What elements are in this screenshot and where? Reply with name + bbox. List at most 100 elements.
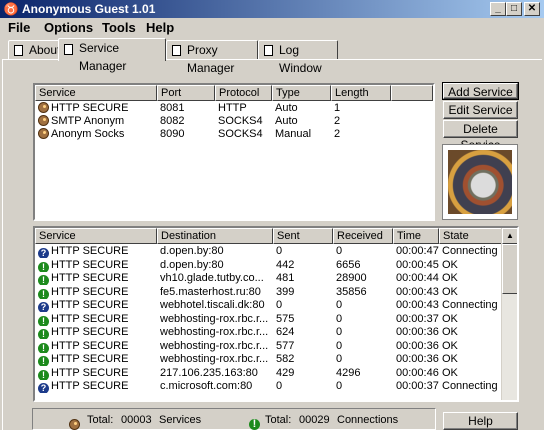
connections-list[interactable]: ServiceDestinationSentReceivedTimeStateS… <box>33 226 519 402</box>
help-button[interactable]: Help <box>443 412 518 430</box>
service-picture <box>442 144 518 220</box>
connections-scrollbar[interactable]: ▲ <box>501 228 517 400</box>
connection-cell-time: 00:00:44 <box>396 272 439 284</box>
connection-cell-service: ? HTTP SECURE <box>38 299 157 312</box>
column-header-type[interactable]: Type <box>272 85 331 101</box>
conn-column-header-time[interactable]: Time <box>393 228 439 244</box>
connection-row[interactable]: ? HTTP SECURE c.microsoft.com:80 0 0 00:00:37… <box>35 380 512 393</box>
status-bar: Total: 00003 Services ! Total: 00029 Con… <box>32 408 436 430</box>
connection-cell-time: 00:00:47 <box>396 245 439 257</box>
tab-log-window[interactable]: Log Window <box>258 40 338 75</box>
connection-row[interactable]: ? HTTP SECURE webhotel.tiscali.dk:80 0 0 00:0… <box>35 299 512 312</box>
service-row[interactable]: HTTP SECURE 8081 HTTP Auto 1 <box>35 102 433 115</box>
column-header-protocol[interactable]: Protocol <box>215 85 272 101</box>
ok-status-icon: ! <box>38 275 49 285</box>
service-icon <box>38 115 49 126</box>
service-cell-port: 8090 <box>160 128 185 140</box>
connection-cell-service: ! HTTP SECURE <box>38 367 157 380</box>
document-icon <box>14 45 23 56</box>
connections-total-count: 00029 <box>299 414 330 426</box>
connection-cell-state: OK <box>442 258 458 271</box>
connection-row[interactable]: ! HTTP SECURE vh10.glade.tutby.co... 481 289… <box>35 272 512 285</box>
tab-proxy-manager[interactable]: Proxy Manager <box>166 40 258 75</box>
connection-cell-sent: 624 <box>276 326 295 338</box>
connection-cell-received: 0 <box>336 312 343 325</box>
conn-column-header-destination[interactable]: Destination <box>157 228 273 244</box>
delete-service-button[interactable]: Delete Service <box>443 120 518 152</box>
connection-cell-received: 0 <box>336 299 343 311</box>
connection-cell-received: 0 <box>336 353 343 365</box>
connection-row[interactable]: ! HTTP SECURE 217.106.235.163:80 429 4296 00:… <box>35 366 512 380</box>
add-service-button[interactable]: Add Service <box>442 82 519 100</box>
connection-cell-state: Connecting <box>442 380 498 392</box>
service-row[interactable]: SMTP Anonym 8082 SOCKS4 Auto 2 <box>35 115 433 128</box>
column-header-service[interactable]: Service <box>35 85 157 101</box>
connection-cell-state: OK <box>442 353 458 365</box>
connection-cell-state: OK <box>442 285 458 298</box>
connecting-status-icon: ? <box>38 383 49 393</box>
connection-row[interactable]: ! HTTP SECURE webhosting-rox.rbc.r... 577 0 0… <box>35 339 512 353</box>
connection-row[interactable]: ! HTTP SECURE fe5.masterhost.ru:80 399 35856… <box>35 285 512 299</box>
edit-service-button[interactable]: Edit Service <box>443 101 518 119</box>
conn-column-header-sent[interactable]: Sent <box>273 228 333 244</box>
ok-status-icon: ! <box>38 315 49 326</box>
connection-row[interactable]: ? HTTP SECURE d.open.by:80 0 0 00:00:47 Connec… <box>35 245 512 258</box>
menu-file[interactable]: File <box>8 20 30 35</box>
connection-row[interactable]: ! HTTP SECURE d.open.by:80 442 6656 00:00:45 O… <box>35 258 512 272</box>
connection-cell-service: ! HTTP SECURE <box>38 286 157 299</box>
title-bar[interactable]: ♉ Anonymous Guest 1.01 _ □ ✕ <box>0 0 544 18</box>
connection-cell-service: ! HTTP SECURE <box>38 326 157 339</box>
maximize-button[interactable]: □ <box>506 2 522 16</box>
connection-cell-received: 28900 <box>336 272 367 284</box>
service-cell-length: 2 <box>334 128 341 140</box>
connection-cell-received: 6656 <box>336 258 361 271</box>
ok-status-icon: ! <box>38 342 49 353</box>
menu-bar: File Options Tools Help <box>0 18 544 37</box>
window-title: Anonymous Guest 1.01 <box>22 2 156 16</box>
scroll-up-button[interactable]: ▲ <box>502 228 517 244</box>
service-cell-service: SMTP Anonym <box>38 115 156 128</box>
connection-cell-received: 35856 <box>336 285 367 298</box>
connection-cell-time: 00:00:36 <box>396 326 439 338</box>
column-header-port[interactable]: Port <box>157 85 215 101</box>
connecting-status-icon: ? <box>38 302 49 312</box>
service-cell-service: HTTP SECURE <box>38 102 156 115</box>
ok-status-icon: ! <box>38 261 49 272</box>
connection-row[interactable]: ! HTTP SECURE webhosting-rox.rbc.r... 575 0 0… <box>35 312 512 326</box>
tab-service-manager[interactable]: Service Manager <box>58 38 166 73</box>
menu-tools[interactable]: Tools <box>102 20 136 35</box>
connection-cell-service: ! HTTP SECURE <box>38 313 157 326</box>
scroll-thumb[interactable] <box>502 244 517 294</box>
connection-cell-service: ! HTTP SECURE <box>38 340 157 353</box>
close-button[interactable]: ✕ <box>524 2 540 16</box>
connection-cell-sent: 481 <box>276 272 295 284</box>
column-header-length[interactable]: Length <box>331 85 391 101</box>
ok-status-icon: ! <box>38 369 49 380</box>
service-cell-protocol: SOCKS4 <box>218 128 263 140</box>
column-header-filler <box>391 85 433 101</box>
conn-column-header-service[interactable]: Service <box>35 228 157 244</box>
menu-help[interactable]: Help <box>146 20 174 35</box>
connection-cell-received: 0 <box>336 380 343 392</box>
connection-cell-sent: 0 <box>276 299 283 311</box>
tab-about[interactable]: About <box>8 40 60 60</box>
connection-cell-sent: 575 <box>276 312 295 325</box>
minimize-button[interactable]: _ <box>490 2 506 16</box>
connection-row[interactable]: ! HTTP SECURE webhosting-rox.rbc.r... 624 0 0… <box>35 326 512 339</box>
app-icon: ♉ <box>3 2 19 16</box>
service-row[interactable]: Anonym Socks 8090 SOCKS4 Manual 2 <box>35 128 433 141</box>
connection-cell-destination: 217.106.235.163:80 <box>160 366 258 379</box>
connections-total-label: Total: <box>265 414 292 426</box>
conn-column-header-received[interactable]: Received <box>333 228 393 244</box>
connecting-status-icon: ? <box>38 248 49 258</box>
service-cell-port: 8081 <box>160 102 185 114</box>
menu-options[interactable]: Options <box>44 20 93 35</box>
connection-row[interactable]: ! HTTP SECURE webhosting-rox.rbc.r... 582 0 0… <box>35 353 512 366</box>
conn-column-header-state[interactable]: State <box>439 228 503 244</box>
connection-cell-sent: 582 <box>276 353 295 365</box>
connection-cell-sent: 0 <box>276 245 283 257</box>
connection-cell-time: 00:00:37 <box>396 312 439 325</box>
services-list[interactable]: Service Port Protocol Type Length HTTP SECURE… <box>33 83 435 221</box>
document-icon <box>64 44 73 55</box>
connection-cell-sent: 577 <box>276 339 295 352</box>
